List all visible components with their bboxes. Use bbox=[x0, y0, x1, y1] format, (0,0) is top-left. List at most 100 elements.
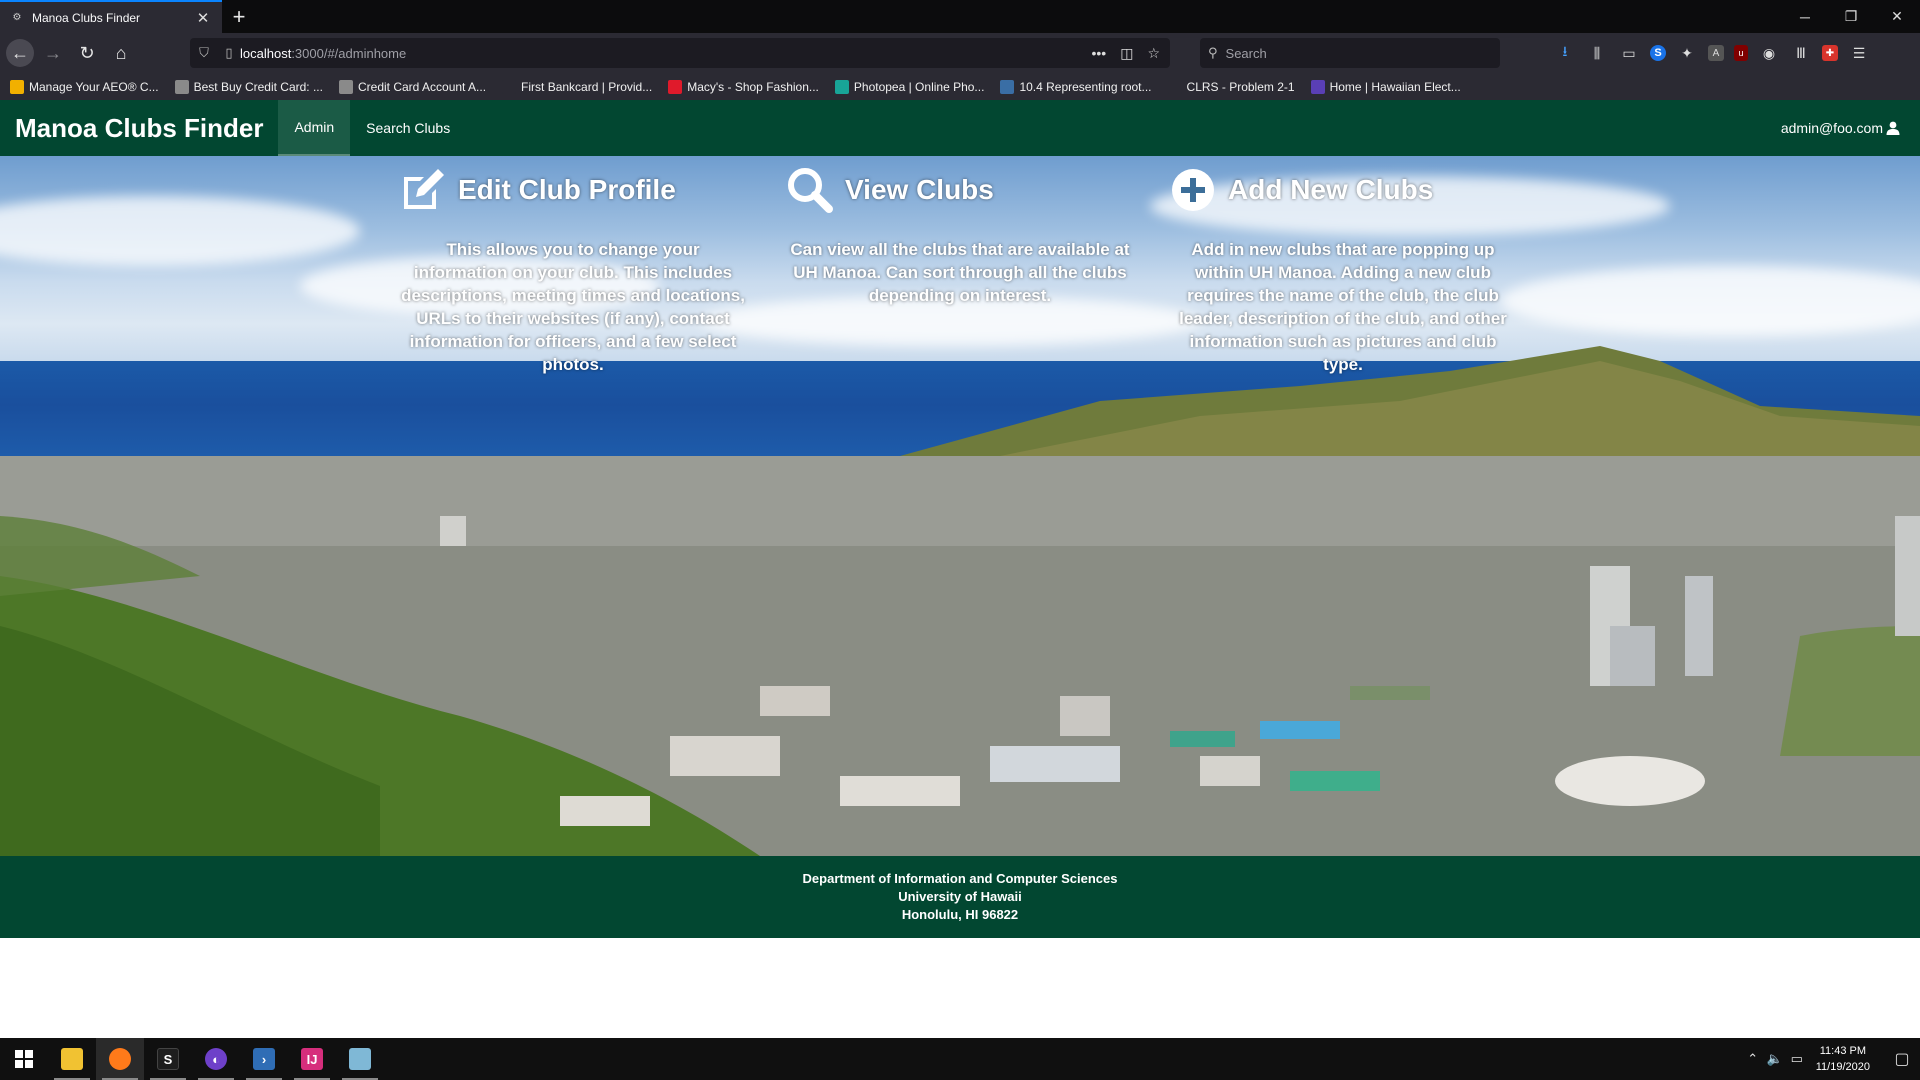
url-path: :3000/#/adminhome bbox=[291, 45, 407, 61]
downloads-icon[interactable]: ⭳ bbox=[1554, 42, 1576, 64]
feature-title: View Clubs bbox=[845, 174, 994, 205]
address-bar[interactable]: ⛉ ▯ localhost:3000/#/adminhome ••• ◫ ☆ bbox=[190, 38, 1170, 68]
intellij-icon: IJ bbox=[301, 1048, 323, 1070]
bookmark-item[interactable]: Manage Your AEO® C... bbox=[10, 79, 159, 94]
home-icon[interactable]: ⌂ bbox=[106, 38, 136, 68]
browser-toolbar: ← → ↻ ⌂ ⛉ ▯ localhost:3000/#/adminhome •… bbox=[0, 33, 1920, 73]
volume-icon[interactable]: 🔈 bbox=[1764, 1051, 1786, 1067]
taskbar-file-explorer[interactable] bbox=[48, 1038, 96, 1080]
bookmark-item[interactable]: Credit Card Account A... bbox=[338, 79, 486, 94]
footer-university: University of Hawaii bbox=[898, 889, 1022, 904]
footer-address: Honolulu, HI 96822 bbox=[901, 907, 1019, 922]
pocket-icon[interactable]: ◫ bbox=[1120, 45, 1133, 62]
windows-logo-icon bbox=[15, 1050, 33, 1068]
feature-add-new-clubs: Add New Clubs Add in new clubs that are … bbox=[1168, 156, 1518, 376]
bookmark-favicon-icon bbox=[174, 79, 189, 94]
extension-red-icon[interactable]: ✚ bbox=[1822, 45, 1838, 61]
bookmark-item[interactable]: Best Buy Credit Card: ... bbox=[174, 79, 323, 94]
taskbar-github[interactable]: ◐ bbox=[192, 1038, 240, 1080]
tab-close-icon[interactable]: ✕ bbox=[194, 9, 212, 27]
nav-search-clubs[interactable]: Search Clubs bbox=[350, 100, 466, 156]
forward-icon[interactable]: → bbox=[38, 38, 68, 68]
plus-circle-icon bbox=[1172, 169, 1214, 211]
taskbar-app-s[interactable]: S bbox=[144, 1038, 192, 1080]
feature-view-clubs: View Clubs Can view all the clubs that a… bbox=[785, 156, 1135, 307]
web-page: Manoa Clubs Finder Admin Search Clubs ad… bbox=[0, 100, 1920, 1038]
reload-icon[interactable]: ↻ bbox=[72, 38, 102, 68]
bookmark-favicon-icon bbox=[338, 79, 353, 94]
user-icon bbox=[1886, 121, 1900, 135]
back-icon[interactable]: ← bbox=[6, 39, 34, 67]
ublock-icon[interactable]: u bbox=[1734, 45, 1748, 61]
search-placeholder: Search bbox=[1225, 45, 1267, 61]
folder-icon bbox=[61, 1048, 83, 1070]
windows-taskbar: S ◐ › IJ ⌃ 🔈 ▭ 11:43 PM 11/19/2020 ▢ bbox=[0, 1038, 1920, 1080]
edit-icon bbox=[404, 169, 444, 209]
taskbar-notes[interactable] bbox=[336, 1038, 384, 1080]
nav-admin[interactable]: Admin bbox=[278, 100, 351, 156]
bookmark-label: CLRS - Problem 2-1 bbox=[1186, 79, 1295, 94]
s-app-icon: S bbox=[157, 1048, 179, 1070]
clock-time: 11:43 PM bbox=[1819, 1045, 1867, 1057]
bookmark-item[interactable]: First Bankcard | Provid... bbox=[502, 79, 653, 94]
network-icon[interactable]: ▭ bbox=[1786, 1051, 1808, 1067]
tracking-shield-icon[interactable]: ⛉ bbox=[190, 45, 218, 61]
url-host: localhost bbox=[240, 45, 292, 61]
extension-puzzle-icon[interactable]: ✦ bbox=[1676, 42, 1698, 64]
search-bar[interactable]: ⚲ Search bbox=[1200, 38, 1500, 68]
minimize-icon[interactable]: ─ bbox=[1782, 0, 1828, 33]
search-bar-icon: ⚲ bbox=[1208, 45, 1218, 60]
tab-favicon-icon: ⚙ bbox=[12, 12, 22, 23]
bookmark-item[interactable]: Photopea | Online Pho... bbox=[834, 79, 985, 94]
app-navbar: Manoa Clubs Finder Admin Search Clubs ad… bbox=[0, 100, 1920, 156]
menu-icon[interactable]: ☰ bbox=[1848, 42, 1870, 64]
bookmark-favicon-icon bbox=[10, 79, 24, 94]
bookmark-item[interactable]: 10.4 Representing root... bbox=[1000, 79, 1152, 94]
tab-title: Manoa Clubs Finder bbox=[32, 10, 141, 25]
taskbar-firefox[interactable] bbox=[96, 1038, 144, 1080]
browser-tab-strip: ⚙ Manoa Clubs Finder ✕ + ─ ❐ ✕ bbox=[0, 0, 1920, 33]
taskbar-powershell[interactable]: › bbox=[240, 1038, 288, 1080]
brand-title[interactable]: Manoa Clubs Finder bbox=[15, 113, 263, 144]
account-icon[interactable]: ◉ bbox=[1758, 42, 1780, 64]
notes-icon bbox=[349, 1048, 371, 1070]
bookmark-label: Photopea | Online Pho... bbox=[853, 79, 985, 94]
bookmark-favicon-icon bbox=[1167, 79, 1182, 94]
bookmark-label: 10.4 Representing root... bbox=[1019, 79, 1152, 94]
search-icon bbox=[788, 168, 833, 213]
features-section: Edit Club Profile This allows you to cha… bbox=[0, 156, 1920, 396]
bookmark-item[interactable]: Home | Hawaiian Elect... bbox=[1310, 79, 1461, 94]
bookmark-favicon-icon bbox=[1000, 79, 1015, 94]
new-tab-button[interactable]: + bbox=[222, 0, 256, 33]
sidebar-icon[interactable]: ▭ bbox=[1618, 42, 1640, 64]
firefox-icon bbox=[109, 1048, 131, 1070]
library-icon[interactable]: ⫼ bbox=[1586, 42, 1608, 64]
bookmark-item[interactable]: CLRS - Problem 2-1 bbox=[1167, 79, 1295, 94]
bookmark-favicon-icon bbox=[1310, 79, 1325, 94]
tray-chevron-icon[interactable]: ⌃ bbox=[1742, 1051, 1764, 1067]
restore-icon[interactable]: ❐ bbox=[1828, 0, 1874, 33]
user-menu[interactable]: admin@foo.com bbox=[1781, 100, 1900, 156]
extension-bars-icon[interactable]: Ⅲ bbox=[1790, 42, 1812, 64]
bookmark-label: First Bankcard | Provid... bbox=[521, 79, 653, 94]
bookmark-favicon-icon bbox=[668, 79, 683, 94]
extension-a-icon[interactable]: A bbox=[1708, 45, 1724, 61]
feature-description: This allows you to change your informati… bbox=[401, 240, 745, 374]
taskbar-intellij[interactable]: IJ bbox=[288, 1038, 336, 1080]
user-email: admin@foo.com bbox=[1780, 120, 1883, 136]
browser-tab[interactable]: ⚙ Manoa Clubs Finder ✕ bbox=[0, 0, 222, 33]
notifications-icon[interactable]: ▢ bbox=[1884, 1049, 1920, 1069]
footer-department: Department of Information and Computer S… bbox=[802, 871, 1118, 886]
extension-s-icon[interactable]: S bbox=[1650, 45, 1666, 61]
bookmark-label: Manage Your AEO® C... bbox=[29, 79, 159, 94]
feature-title: Edit Club Profile bbox=[458, 174, 676, 205]
bookmark-item[interactable]: Macy's - Shop Fashion... bbox=[668, 79, 819, 94]
github-icon: ◐ bbox=[205, 1048, 227, 1070]
bookmark-star-icon[interactable]: ☆ bbox=[1147, 45, 1160, 62]
page-actions-icon[interactable]: ••• bbox=[1091, 45, 1106, 61]
close-window-icon[interactable]: ✕ bbox=[1874, 0, 1920, 33]
page-info-icon[interactable]: ▯ bbox=[218, 45, 240, 61]
start-button[interactable] bbox=[0, 1038, 48, 1080]
bookmark-label: Best Buy Credit Card: ... bbox=[193, 79, 323, 94]
taskbar-clock[interactable]: 11:43 PM 11/19/2020 bbox=[1816, 1043, 1870, 1075]
